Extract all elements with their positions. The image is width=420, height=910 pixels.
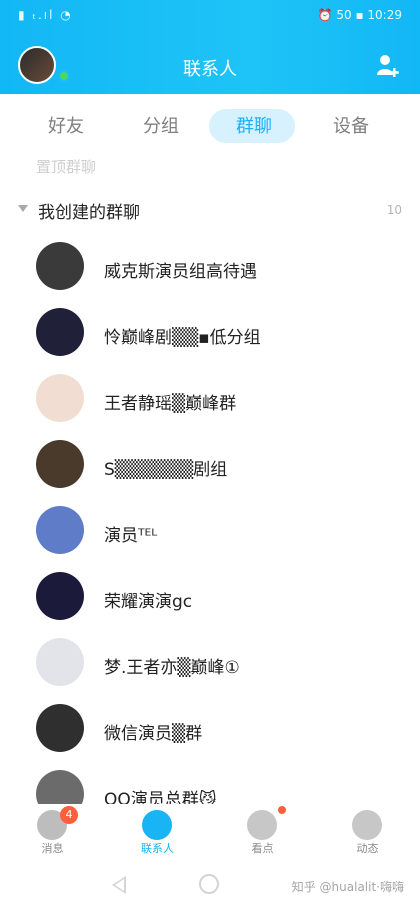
status-left: ▮ ₜ.ıl ◔ — [18, 8, 73, 22]
group-avatar — [36, 242, 84, 290]
group-name: 王者静瑶▒巅峰群 — [104, 394, 237, 414]
nav-label: 动态 — [356, 842, 379, 855]
tab-group-chats[interactable]: 群聊 — [236, 112, 272, 138]
tab-bar: 好友 分组 群聊 设备 — [0, 94, 420, 156]
nav-label: 联系人 — [141, 842, 174, 855]
nav-watch[interactable]: 看点 — [210, 804, 315, 856]
nav-messages[interactable]: 4 消息 — [0, 804, 105, 856]
eye-icon — [247, 810, 277, 840]
watermark: 知乎 @hualalit·嗨嗨 — [291, 880, 404, 894]
status-bar: ▮ ₜ.ıl ◔ ⏰ 50 ▪ 10:29 — [0, 0, 420, 30]
group-row[interactable]: S▒▒▒▒▒▒剧组 — [0, 432, 420, 498]
group-row[interactable]: 荣耀演演gc — [0, 564, 420, 630]
section-title: 我创建的群聊 — [38, 203, 140, 223]
bottom-nav: 4 消息 联系人 看点 动态 — [0, 804, 420, 856]
group-name: 演员ᵀᴱᴸ — [104, 526, 158, 546]
pinned-groups-header-partial: 置顶群聊 — [36, 158, 97, 176]
group-name: 怜巅峰剧▒▒▪低分组 — [104, 328, 261, 348]
tab-groups[interactable]: 分组 — [143, 112, 179, 138]
group-name: 微信演员▒群 — [104, 724, 203, 744]
page-title: 联系人 — [183, 59, 237, 80]
group-avatar — [36, 572, 84, 620]
group-avatar — [36, 638, 84, 686]
group-row[interactable]: 演员ᵀᴱᴸ — [0, 498, 420, 564]
home-icon[interactable] — [199, 874, 219, 894]
group-name: 梦.王者亦▒巅峰① — [104, 658, 240, 678]
group-avatar — [36, 506, 84, 554]
group-row[interactable]: 威克斯演员组高待遇 — [0, 234, 420, 300]
group-avatar — [36, 308, 84, 356]
group-row[interactable]: 王者静瑶▒巅峰群 — [0, 366, 420, 432]
contacts-icon — [142, 810, 172, 840]
group-avatar — [36, 440, 84, 488]
nav-label: 消息 — [41, 842, 64, 855]
collapse-triangle-icon[interactable] — [18, 205, 28, 212]
group-name: 荣耀演演gc — [104, 592, 193, 612]
group-row[interactable]: 怜巅峰剧▒▒▪低分组 — [0, 300, 420, 366]
section-count: 10 — [386, 203, 402, 217]
group-avatar — [36, 374, 84, 422]
star-icon — [352, 810, 382, 840]
group-avatar — [36, 704, 84, 752]
top-bar: ▮ ₜ.ıl ◔ ⏰ 50 ▪ 10:29 联系人 — [0, 0, 420, 94]
group-name: S▒▒▒▒▒▒剧组 — [104, 460, 228, 480]
back-icon[interactable] — [112, 876, 126, 894]
status-right: ⏰ 50 ▪ 10:29 — [317, 8, 402, 22]
tab-friends[interactable]: 好友 — [48, 112, 84, 138]
nav-contacts[interactable]: 联系人 — [105, 804, 210, 856]
nav-label: 看点 — [251, 842, 274, 855]
tab-devices[interactable]: 设备 — [333, 112, 369, 138]
group-name: 威克斯演员组高待遇 — [104, 262, 257, 282]
unread-badge: 4 — [60, 806, 78, 824]
group-row[interactable]: 梦.王者亦▒巅峰① — [0, 630, 420, 696]
notification-dot — [278, 806, 286, 814]
add-user-icon[interactable] — [374, 52, 402, 80]
group-row[interactable]: 微信演员▒群 — [0, 696, 420, 762]
nav-moments[interactable]: 动态 — [315, 804, 420, 856]
